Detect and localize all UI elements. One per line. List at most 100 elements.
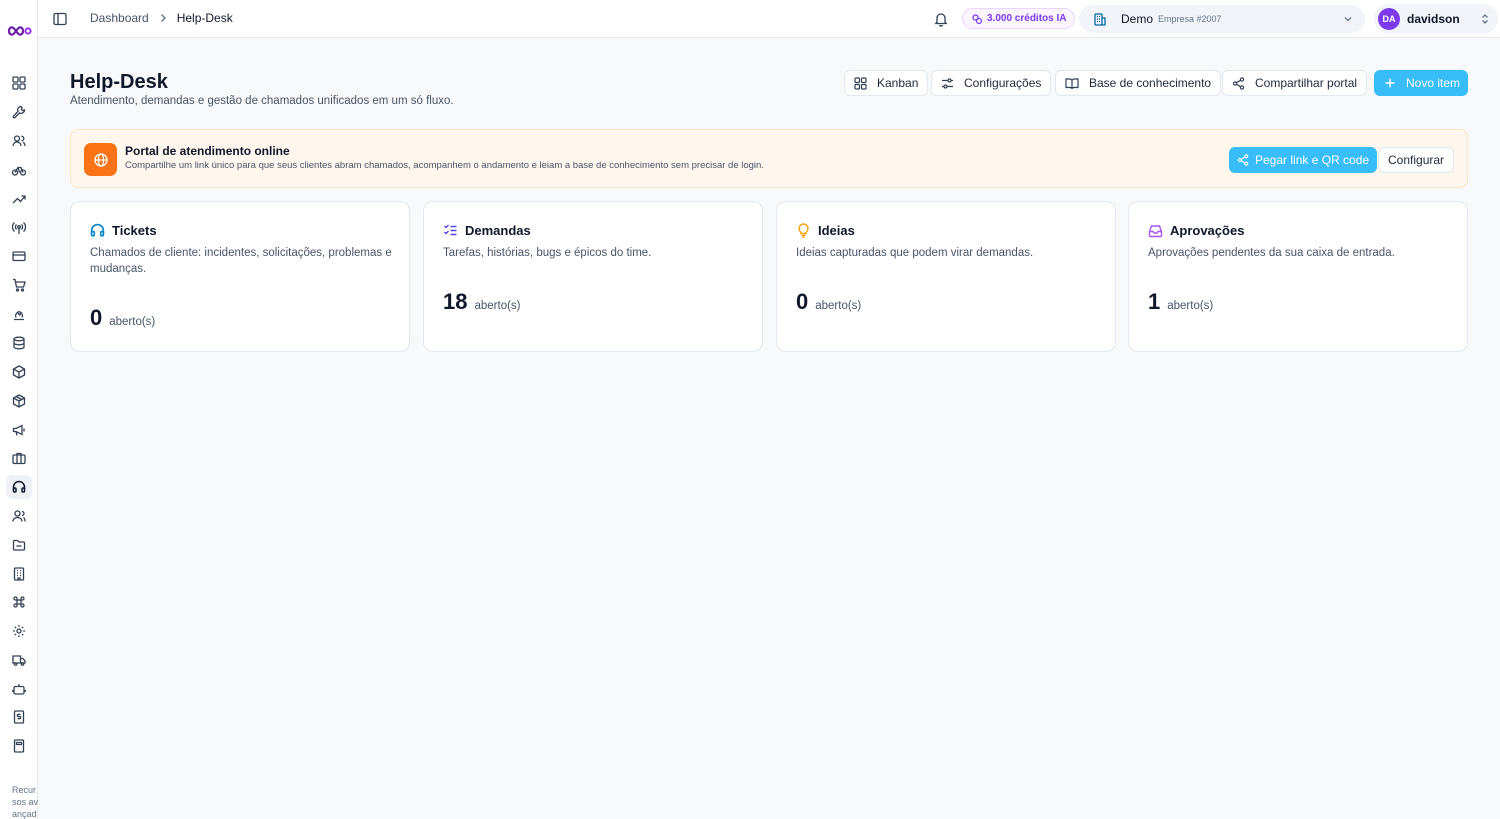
- new-item-label: Novo item: [1406, 76, 1461, 90]
- chevron-right-icon: [159, 13, 167, 23]
- list-checks-icon: [443, 223, 458, 238]
- command-icon[interactable]: [9, 592, 29, 612]
- megaphone-icon[interactable]: [9, 420, 29, 440]
- database-icon[interactable]: [9, 333, 29, 353]
- folder-icon[interactable]: [9, 535, 29, 555]
- configure-button[interactable]: Configurar: [1378, 147, 1455, 173]
- avatar: DA: [1378, 8, 1400, 30]
- headphones-icon: [90, 223, 105, 238]
- lightbulb-icon: [796, 223, 811, 238]
- card-title: Demandas: [465, 223, 531, 238]
- breadcrumb: Dashboard Help-Desk: [90, 11, 233, 25]
- sidebar: Recursos avançados: [0, 0, 38, 819]
- card-description: Tarefas, histórias, bugs e épicos do tim…: [443, 247, 652, 259]
- share-portal-label: Compartilhar portal: [1255, 76, 1358, 90]
- company-name: Demo: [1121, 12, 1154, 26]
- get-link-qr-button[interactable]: Pegar link e QR code: [1229, 147, 1378, 173]
- settings-label: Configurações: [964, 76, 1042, 90]
- card-unit: aberto(s): [109, 316, 156, 328]
- ai-credits-label: 3.000 créditos IA: [987, 13, 1067, 24]
- ai-credits-badge[interactable]: 3.000 créditos IA: [962, 8, 1076, 29]
- plus-icon: [1384, 77, 1396, 89]
- headphones-icon[interactable]: [6, 475, 32, 499]
- briefcase-icon[interactable]: [9, 448, 29, 468]
- page-title: Help-Desk: [70, 71, 168, 93]
- kanban-button[interactable]: Kanban: [844, 70, 929, 96]
- bell-icon[interactable]: [933, 11, 949, 27]
- ideas-card[interactable]: Ideias Ideias capturadas que podem virar…: [776, 201, 1116, 352]
- tickets-card-header: Tickets: [90, 223, 157, 238]
- users-icon[interactable]: [9, 131, 29, 151]
- inbox-icon: [1148, 223, 1163, 238]
- wrench-icon[interactable]: [9, 102, 29, 122]
- cart-icon[interactable]: [9, 275, 29, 295]
- bike-icon[interactable]: [9, 160, 29, 180]
- card-unit: aberto(s): [815, 300, 862, 312]
- card-metric: 0 aberto(s): [90, 305, 155, 331]
- chevron-down-icon: [1343, 14, 1353, 24]
- card-metric: 18 aberto(s): [443, 289, 521, 315]
- knowledge-base-button[interactable]: Base de conhecimento: [1055, 70, 1222, 96]
- sliders-icon: [941, 77, 954, 90]
- tickets-card[interactable]: Tickets Chamados de cliente: incidentes,…: [70, 201, 410, 352]
- card-description: Aprovações pendentes da sua caixa de ent…: [1148, 247, 1395, 259]
- knowledge-base-label: Base de conhecimento: [1089, 76, 1212, 90]
- company-building-icon: [1093, 12, 1107, 26]
- sidebar-footer-text[interactable]: Recursos avançados: [12, 784, 38, 819]
- dollar-file-icon[interactable]: [9, 707, 29, 727]
- card-count: 1: [1148, 289, 1161, 314]
- building-icon[interactable]: [9, 564, 29, 584]
- credit-card-icon[interactable]: [9, 246, 29, 266]
- get-link-qr-label: Pegar link e QR code: [1255, 153, 1370, 167]
- card-title: Ideias: [818, 223, 855, 238]
- card-metric: 0 aberto(s): [796, 289, 861, 315]
- settings-icon[interactable]: [9, 621, 29, 641]
- antenna-icon[interactable]: [9, 218, 29, 238]
- topbar: Dashboard Help-Desk 3.000 créditos IA De…: [38, 0, 1500, 38]
- breadcrumb-current: Help-Desk: [176, 11, 233, 25]
- approvals-card-header: Aprovações: [1148, 223, 1244, 238]
- truck-icon[interactable]: [9, 650, 29, 670]
- settings-button[interactable]: Configurações: [931, 70, 1052, 96]
- kanban-label: Kanban: [877, 76, 919, 90]
- company-sub: Empresa #2007: [1158, 14, 1222, 24]
- globe-icon: [84, 143, 117, 176]
- card-count: 0: [796, 289, 809, 314]
- demands-card[interactable]: Demandas Tarefas, histórias, bugs e épic…: [423, 201, 763, 352]
- card-description: Ideias capturadas que podem virar demand…: [796, 247, 1034, 259]
- banner-title: Portal de atendimento online: [125, 144, 290, 158]
- trending-up-icon[interactable]: [9, 189, 29, 209]
- user-name: davidson: [1407, 12, 1460, 26]
- book-open-icon: [1065, 77, 1079, 90]
- card-unit: aberto(s): [1167, 300, 1214, 312]
- chevron-updown-icon: [1480, 13, 1490, 25]
- contacts-icon[interactable]: [9, 506, 29, 526]
- card-description: Chamados de cliente: incidentes, solicit…: [90, 247, 392, 275]
- card-count: 18: [443, 289, 468, 314]
- approvals-card[interactable]: Aprovações Aprovações pendentes da sua c…: [1128, 201, 1468, 352]
- demands-card-header: Demandas: [443, 223, 531, 238]
- card-title: Tickets: [112, 223, 157, 238]
- app-logo[interactable]: [6, 22, 32, 40]
- share-portal-button[interactable]: Compartilhar portal: [1222, 70, 1368, 96]
- new-item-button[interactable]: Novo item: [1374, 70, 1468, 96]
- ideas-card-header: Ideias: [796, 223, 855, 238]
- banner-text: Compartilhe um link único para que seus …: [125, 160, 764, 171]
- breadcrumb-dashboard[interactable]: Dashboard: [90, 11, 149, 25]
- card-unit: aberto(s): [474, 300, 521, 312]
- grid-icon[interactable]: [9, 73, 29, 93]
- sidebar-toggle-icon[interactable]: [52, 11, 68, 27]
- calculator-icon[interactable]: [9, 736, 29, 756]
- share-icon: [1237, 154, 1249, 166]
- box-icon[interactable]: [9, 391, 29, 411]
- user-menu[interactable]: DA davidson: [1374, 4, 1498, 34]
- card-title: Aprovações: [1170, 223, 1245, 238]
- share-icon: [1232, 76, 1245, 90]
- fire-icon[interactable]: [9, 304, 29, 324]
- package-icon[interactable]: [9, 362, 29, 382]
- card-metric: 1 aberto(s): [1148, 289, 1213, 315]
- kanban-icon: [854, 76, 867, 90]
- robot-icon[interactable]: [9, 679, 29, 699]
- sparkle-icon: [971, 13, 983, 25]
- company-selector[interactable]: Demo Empresa #2007: [1079, 5, 1365, 33]
